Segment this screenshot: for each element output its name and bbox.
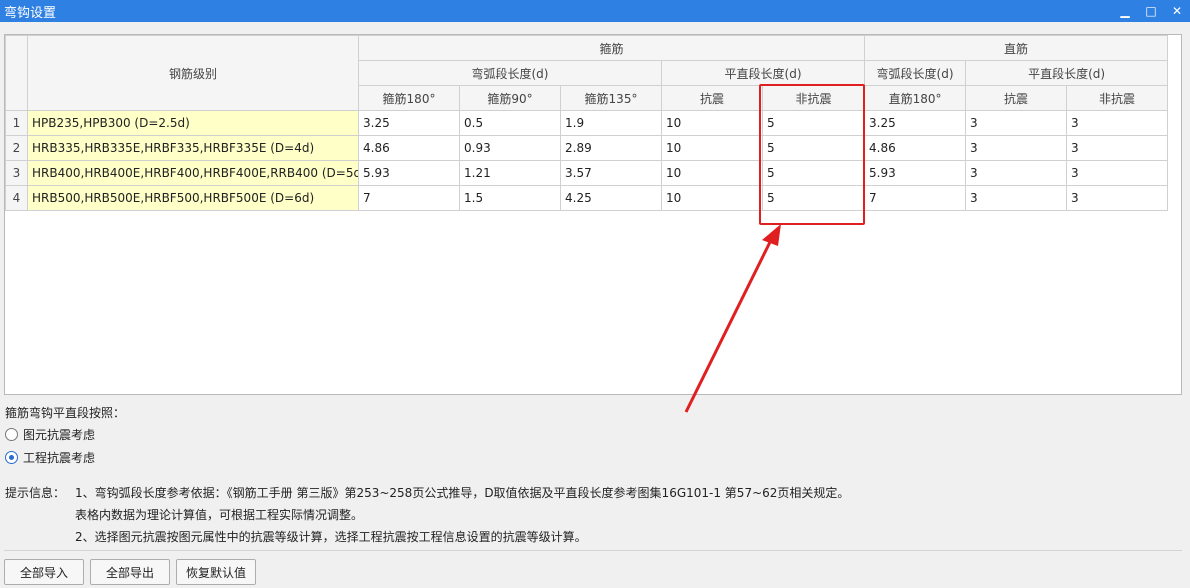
close-icon[interactable]: ✕ [1164, 0, 1190, 22]
straight-180-cell[interactable]: 7 [864, 185, 967, 211]
col-stirrup-135: 箍筋135° [560, 85, 662, 111]
stirrup-180-cell[interactable]: 5.93 [358, 160, 460, 186]
stirrup-flat-basis-label: 箍筋弯钩平直段按照： [5, 406, 126, 420]
title-bar: 弯钩设置 ▁ □ ✕ [0, 0, 1190, 22]
row-number: 4 [5, 185, 28, 211]
col-seismic: 抗震 [661, 85, 763, 111]
import-all-button[interactable]: 全部导入 [4, 559, 84, 585]
stirrup-90-cell[interactable]: 1.21 [459, 160, 561, 186]
straight-seismic-cell[interactable]: 3 [965, 160, 1068, 186]
table-row: 3 HRB400,HRB400E,HRBF400,HRBF400E,RRB400… [5, 160, 1169, 186]
tip-line-2: 表格内数据为理论计算值，可根据工程实际情况调整。 [75, 508, 364, 522]
tips-label: 提示信息： [5, 486, 66, 500]
radio-element-seismic[interactable] [5, 428, 18, 441]
stirrup-180-cell[interactable]: 4.86 [358, 135, 460, 161]
stirrup-135-cell[interactable]: 3.57 [560, 160, 662, 186]
row-number: 1 [5, 110, 28, 136]
stirrup-135-cell[interactable]: 2.89 [560, 135, 662, 161]
hook-settings-grid: 钢筋级别 箍筋 直筋 弯弧段长度(d) 平直段长度(d) 弯弧段长度(d) 平直… [4, 34, 1182, 395]
restore-default-button[interactable]: 恢复默认值 [176, 559, 256, 585]
straight-flat-length-header: 平直段长度(d) [965, 60, 1169, 86]
straight-non-seismic-cell[interactable]: 3 [1066, 160, 1169, 186]
row-number: 2 [5, 135, 28, 161]
non-seismic-cell[interactable]: 5 [761, 135, 866, 161]
export-all-button[interactable]: 全部导出 [90, 559, 170, 585]
element-seismic-label: 图元抗震考虑 [23, 428, 96, 442]
stirrup-90-cell[interactable]: 1.5 [459, 185, 561, 211]
straight-180-cell[interactable]: 5.93 [864, 160, 967, 186]
straight-seismic-cell[interactable]: 3 [965, 185, 1068, 211]
straight-arc-length-header: 弯弧段长度(d) [864, 60, 967, 86]
grade-header: 钢筋级别 [27, 35, 359, 111]
grade-cell[interactable]: HRB335,HRB335E,HRBF335,HRBF335E (D=4d) [27, 135, 359, 161]
maximize-icon[interactable]: □ [1138, 0, 1164, 22]
stirrup-header: 箍筋 [357, 35, 866, 61]
seismic-cell[interactable]: 10 [661, 185, 763, 211]
stirrup-180-cell[interactable]: 7 [358, 185, 460, 211]
col-straight-seismic: 抗震 [965, 85, 1068, 111]
table-row: 1 HPB235,HPB300 (D=2.5d) 3.25 0.5 1.9 10… [5, 110, 1169, 136]
col-stirrup-90: 箍筋90° [459, 85, 561, 111]
seismic-cell[interactable]: 10 [661, 110, 763, 136]
col-stirrup-180: 箍筋180° [358, 85, 460, 111]
stirrup-135-cell[interactable]: 1.9 [560, 110, 662, 136]
straight-seismic-cell[interactable]: 3 [965, 110, 1068, 136]
minimize-icon[interactable]: ▁ [1112, 0, 1138, 22]
grade-cell[interactable]: HRB500,HRB500E,HRBF500,HRBF500E (D=6d) [27, 185, 359, 211]
straight-non-seismic-cell[interactable]: 3 [1066, 185, 1169, 211]
tip-line-1: 1、弯钩弧段长度参考依据：《钢筋工手册 第三版》第253~258页公式推导，D取… [75, 486, 850, 500]
grade-cell[interactable]: HPB235,HPB300 (D=2.5d) [27, 110, 359, 136]
stirrup-arc-length-header: 弯弧段长度(d) [358, 60, 662, 86]
seismic-cell[interactable]: 10 [661, 160, 763, 186]
non-seismic-cell[interactable]: 5 [761, 110, 866, 136]
hook-table: 钢筋级别 箍筋 直筋 弯弧段长度(d) 平直段长度(d) 弯弧段长度(d) 平直… [5, 35, 1169, 211]
straight-header: 直筋 [864, 35, 1169, 61]
straight-180-cell[interactable]: 3.25 [864, 110, 967, 136]
table-row: 2 HRB335,HRB335E,HRBF335,HRBF335E (D=4d)… [5, 135, 1169, 161]
row-number: 3 [5, 160, 28, 186]
window-title: 弯钩设置 [4, 5, 57, 21]
non-seismic-cell[interactable]: 5 [761, 160, 866, 186]
col-straight-180: 直筋180° [864, 85, 967, 111]
non-seismic-cell[interactable]: 5 [761, 185, 866, 211]
straight-180-cell[interactable]: 4.86 [864, 135, 967, 161]
project-seismic-label: 工程抗震考虑 [23, 451, 96, 465]
stirrup-90-cell[interactable]: 0.93 [459, 135, 561, 161]
project-seismic-option[interactable]: 工程抗震考虑 [5, 449, 95, 466]
row-number-header [5, 35, 28, 111]
stirrup-90-cell[interactable]: 0.5 [459, 110, 561, 136]
col-straight-non-seismic: 非抗震 [1066, 85, 1169, 111]
grade-cell[interactable]: HRB400,HRB400E,HRBF400,HRBF400E,RRB400 (… [27, 160, 359, 186]
straight-seismic-cell[interactable]: 3 [965, 135, 1068, 161]
col-non-seismic: 非抗震 [761, 85, 866, 111]
table-row: 4 HRB500,HRB500E,HRBF500,HRBF500E (D=6d)… [5, 185, 1169, 211]
straight-non-seismic-cell[interactable]: 3 [1066, 110, 1169, 136]
straight-non-seismic-cell[interactable]: 3 [1066, 135, 1169, 161]
tip-line-3: 2、选择图元抗震按图元属性中的抗震等级计算，选择工程抗震按工程信息设置的抗震等级… [75, 530, 587, 544]
seismic-cell[interactable]: 10 [661, 135, 763, 161]
radio-project-seismic[interactable] [5, 451, 18, 464]
stirrup-180-cell[interactable]: 3.25 [358, 110, 460, 136]
stirrup-flat-length-header: 平直段长度(d) [660, 60, 866, 86]
element-seismic-option[interactable]: 图元抗震考虑 [5, 426, 95, 443]
stirrup-135-cell[interactable]: 4.25 [560, 185, 662, 211]
footer-divider [4, 550, 1182, 551]
